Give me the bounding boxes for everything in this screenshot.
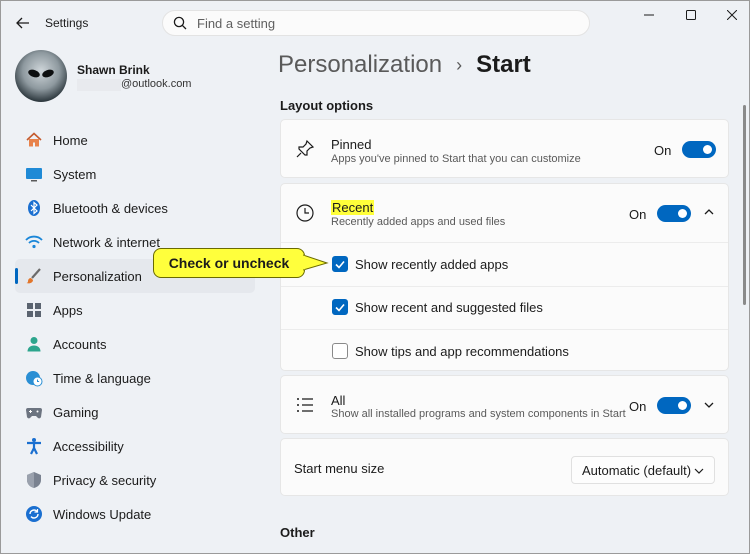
list-icon	[294, 394, 316, 416]
all-card: All Show all installed programs and syst…	[280, 375, 729, 434]
search-input[interactable]	[197, 15, 577, 31]
sidebar-item-gaming[interactable]: Gaming	[15, 395, 255, 429]
update-icon	[25, 505, 43, 523]
sidebar-item-label: System	[53, 166, 97, 182]
recent-subtitle: Recently added apps and used files	[331, 216, 506, 228]
search-box[interactable]	[162, 10, 590, 36]
divider	[281, 329, 728, 330]
callout-annotation: Check or uncheck	[153, 248, 305, 278]
globe-clock-icon	[25, 369, 43, 387]
checkbox-label: Show tips and app recommendations	[355, 344, 569, 359]
search-icon	[173, 16, 187, 30]
callout-pointer	[303, 254, 329, 271]
recent-card: Recent Recently added apps and used file…	[280, 183, 729, 371]
breadcrumb-separator: ›	[456, 54, 463, 75]
checkmark-icon	[335, 260, 345, 269]
wifi-icon	[25, 233, 43, 251]
sidebar-item-label: Windows Update	[53, 506, 152, 522]
brush-icon	[25, 267, 43, 285]
menu-size-label: Start menu size	[294, 461, 385, 476]
chevron-down-icon[interactable]	[703, 399, 715, 414]
user-name: Shawn Brink	[77, 63, 150, 77]
sidebar-item-label: Home	[53, 132, 88, 148]
pinned-toggle[interactable]	[682, 141, 716, 158]
sidebar-item-system[interactable]: System	[15, 157, 255, 191]
breadcrumb: Personalization › Start	[278, 51, 531, 79]
pinned-toggle-state: On	[654, 143, 672, 158]
sidebar-item-label: Apps	[53, 302, 83, 318]
home-icon	[25, 131, 43, 149]
sidebar-item-time-language[interactable]: Time & language	[15, 361, 255, 395]
email-redaction	[77, 79, 121, 91]
checkbox-tips-recommendations[interactable]	[332, 343, 348, 359]
sidebar-item-label: Gaming	[53, 404, 99, 420]
all-toggle-state: On	[629, 399, 647, 414]
sidebar-item-label: Personalization	[53, 268, 142, 284]
recent-toggle[interactable]	[657, 205, 691, 222]
sidebar-nav: Home System Bluetooth & devices Network …	[15, 123, 255, 531]
sidebar-item-label: Time & language	[53, 370, 151, 386]
all-toggle[interactable]	[657, 397, 691, 414]
all-subtitle: Show all installed programs and system c…	[331, 408, 626, 420]
page-title: Start	[476, 51, 531, 78]
section-heading-layout: Layout options	[280, 98, 374, 113]
monitor-icon	[25, 165, 43, 183]
app-title: Settings	[45, 16, 89, 30]
settings-window: Settings Shawn Brink @outlook.com Home	[0, 0, 750, 554]
sidebar-item-label: Accounts	[53, 336, 107, 352]
divider	[281, 286, 728, 287]
divider	[281, 242, 728, 243]
recent-title: Recent	[331, 200, 375, 215]
checkbox-label: Show recent and suggested files	[355, 300, 543, 315]
close-icon	[727, 10, 737, 20]
back-button[interactable]	[13, 13, 33, 33]
sidebar-item-bluetooth[interactable]: Bluetooth & devices	[15, 191, 255, 225]
minimize-button[interactable]	[632, 5, 666, 25]
recent-title-text: Recent	[331, 200, 375, 215]
sidebar-item-windows-update[interactable]: Windows Update	[15, 497, 255, 531]
avatar[interactable]	[15, 50, 67, 102]
pinned-subtitle: Apps you've pinned to Start that you can…	[331, 153, 581, 165]
menu-size-dropdown[interactable]: Automatic (default)	[571, 456, 715, 484]
gamepad-icon	[25, 403, 43, 421]
checkbox-recent-suggested-files[interactable]	[332, 299, 348, 315]
checkbox-recently-added-apps[interactable]	[332, 256, 348, 272]
chevron-down-icon	[694, 464, 704, 479]
shield-icon	[25, 471, 43, 489]
maximize-button[interactable]	[674, 5, 708, 25]
sidebar-item-accessibility[interactable]: Accessibility	[15, 429, 255, 463]
pinned-title: Pinned	[331, 137, 372, 152]
sidebar-item-label: Bluetooth & devices	[53, 200, 168, 216]
sidebar-item-privacy[interactable]: Privacy & security	[15, 463, 255, 497]
sidebar-item-accounts[interactable]: Accounts	[15, 327, 255, 361]
menu-size-card: Start menu size Automatic (default)	[280, 438, 729, 496]
all-title: All	[331, 393, 346, 408]
sidebar-item-label: Network & internet	[53, 234, 160, 250]
sidebar-item-apps[interactable]: Apps	[15, 293, 255, 327]
clock-icon	[294, 202, 316, 224]
title-bar: Settings	[1, 1, 749, 45]
checkbox-label: Show recently added apps	[355, 257, 509, 272]
person-icon	[25, 335, 43, 353]
sidebar-item-label: Privacy & security	[53, 472, 157, 488]
close-button[interactable]	[715, 5, 749, 25]
sidebar-item-home[interactable]: Home	[15, 123, 255, 157]
apps-icon	[25, 301, 43, 319]
section-heading-other: Other	[280, 525, 315, 540]
recent-toggle-state: On	[629, 207, 647, 222]
back-arrow-icon	[16, 17, 29, 29]
dropdown-value: Automatic (default)	[582, 462, 692, 478]
breadcrumb-parent[interactable]: Personalization	[278, 51, 442, 79]
sidebar-item-label: Accessibility	[53, 438, 124, 454]
scrollbar[interactable]	[743, 105, 746, 305]
minimize-icon	[644, 14, 654, 16]
bluetooth-icon	[25, 199, 43, 217]
chevron-up-icon[interactable]	[703, 206, 715, 221]
user-email: @outlook.com	[121, 78, 192, 90]
pin-icon	[294, 138, 316, 160]
checkmark-icon	[335, 303, 345, 312]
accessibility-icon	[25, 437, 43, 455]
pinned-card: Pinned Apps you've pinned to Start that …	[280, 119, 729, 178]
maximize-icon	[686, 10, 696, 20]
